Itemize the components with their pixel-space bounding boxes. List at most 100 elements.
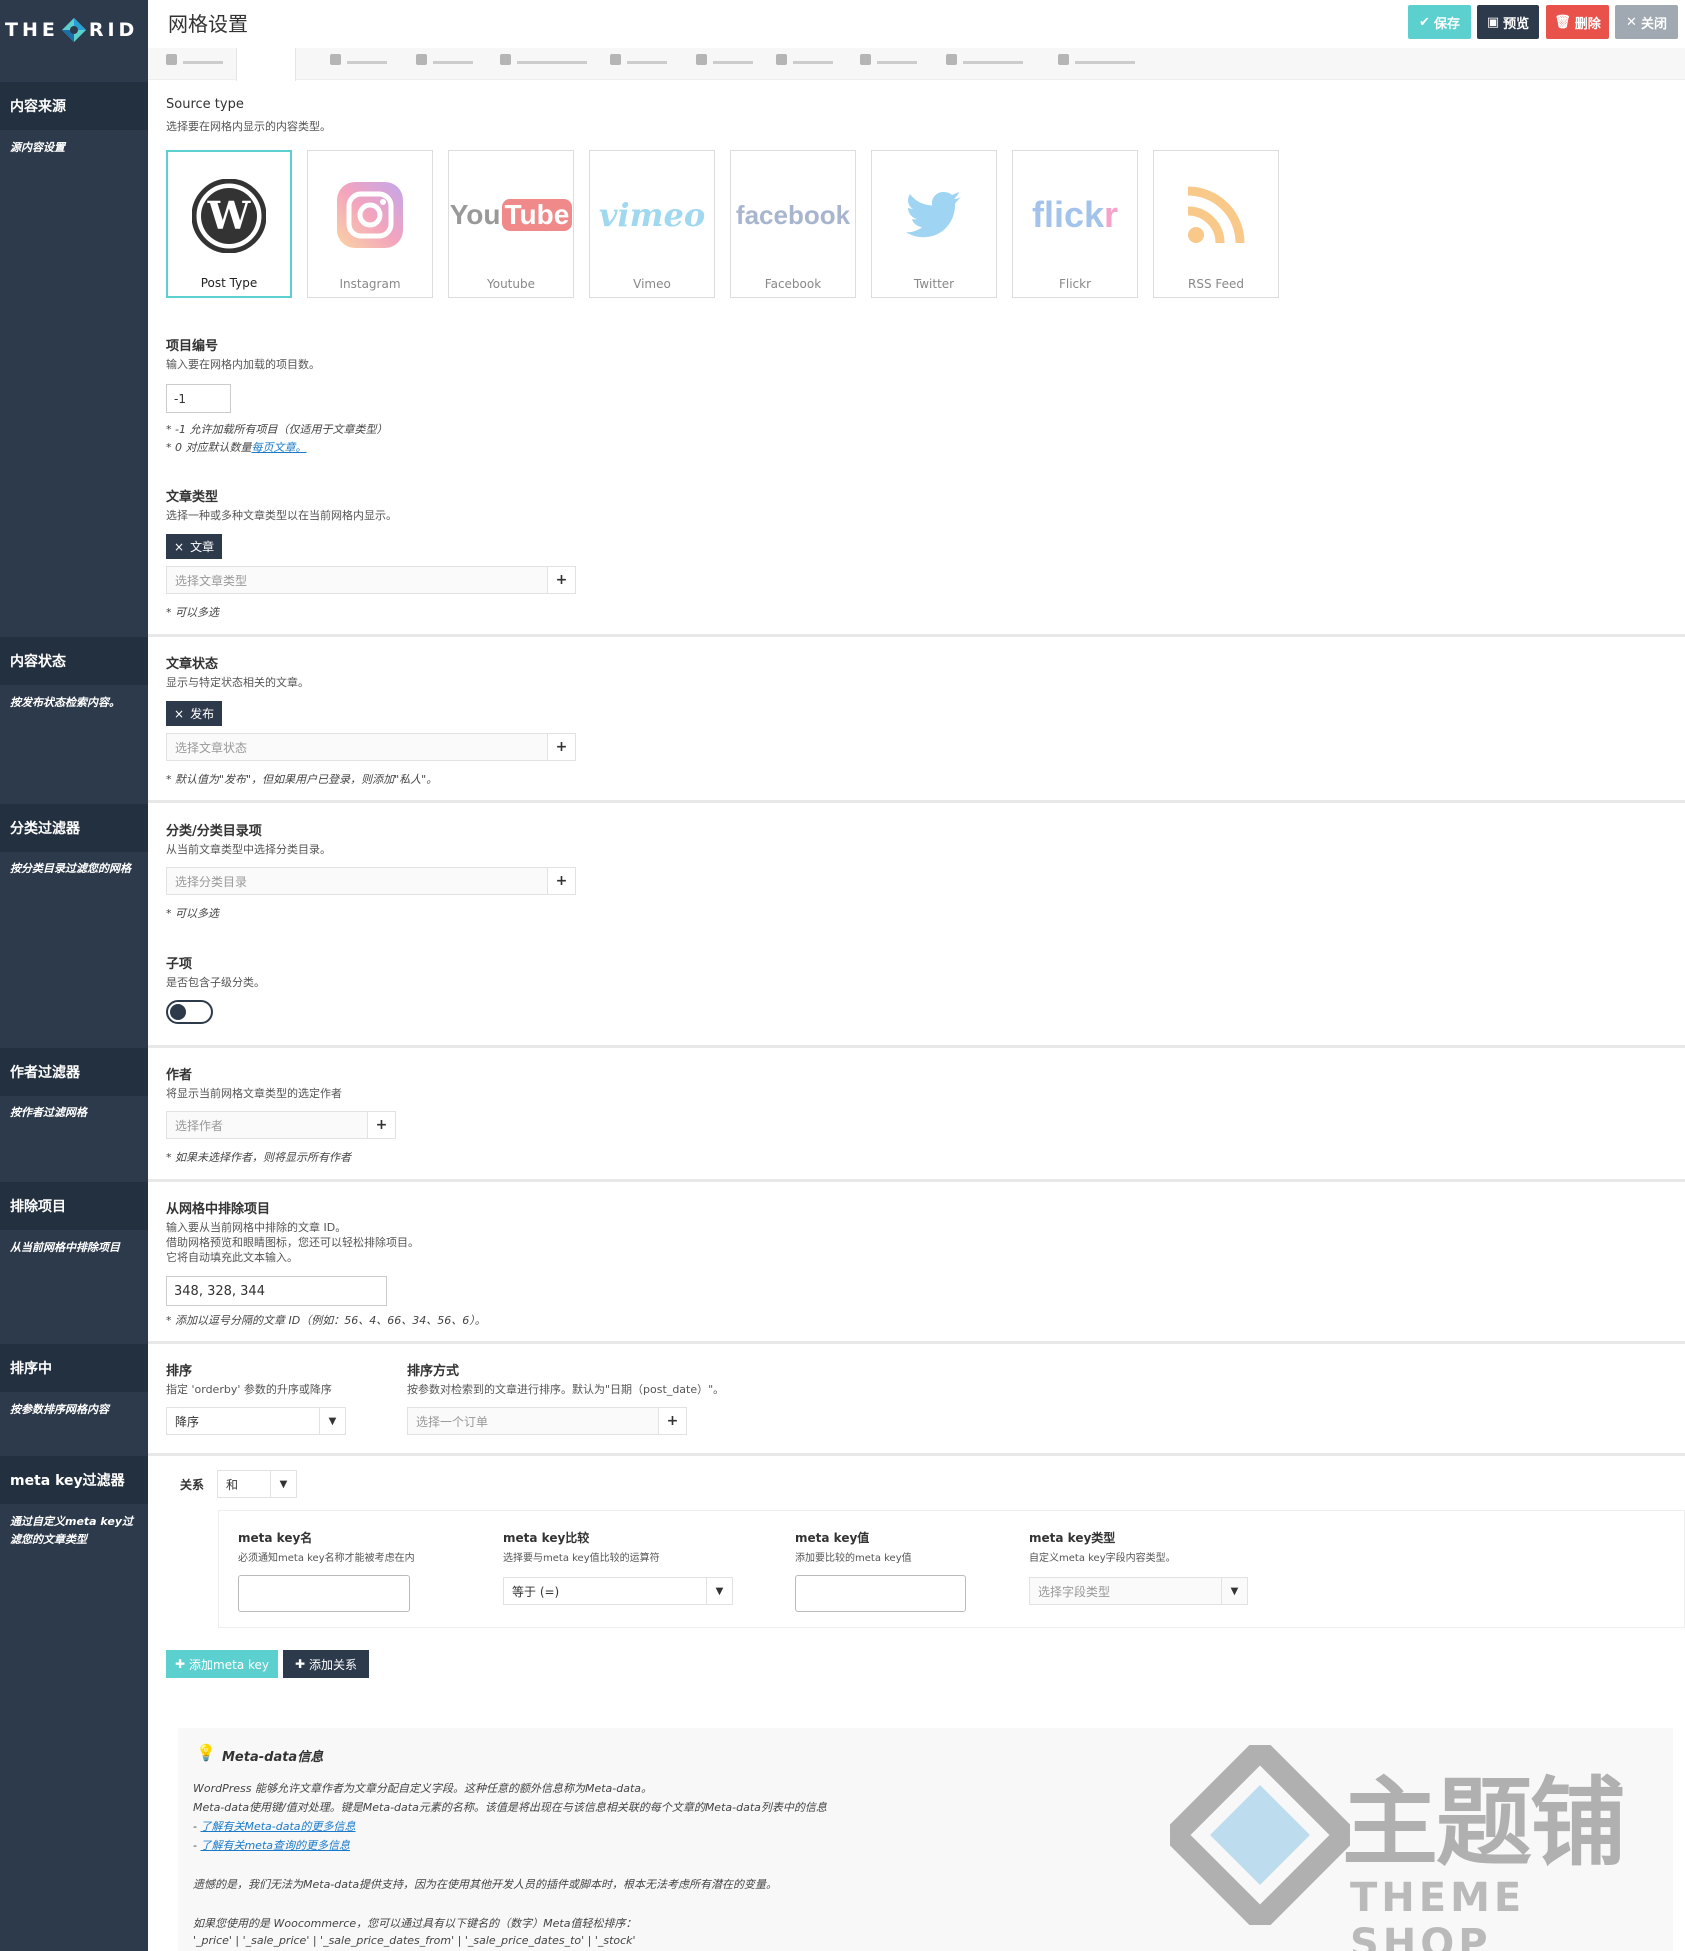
preview-button[interactable]: ▣ 预览 [1477,5,1539,39]
meta-key-label: meta key名 [238,1531,313,1545]
chevron-down-icon: ▼ [706,1578,732,1604]
tab-5[interactable] [500,54,587,66]
info-line-2: Meta-data使用键/值对处理。键是Meta-data元素的名称。该值是将出… [193,1801,827,1814]
tab-3[interactable] [330,54,387,66]
children-toggle[interactable] [166,1000,213,1024]
tab-label-placeholder [627,60,667,64]
source-card-twitter[interactable]: Twitter [871,150,997,298]
meta-type-desc: 自定义meta key字段内容类型。 [1029,1553,1176,1564]
add-relation-button[interactable]: ✚ 添加关系 [283,1650,369,1678]
remove-tag-icon[interactable]: × [174,707,184,721]
tab-9[interactable] [860,54,917,66]
tab-10[interactable] [946,54,1023,66]
tab-label-placeholder [517,60,587,64]
post-status-tag[interactable]: × 发布 [166,701,223,726]
orderby-select[interactable]: 选择一个订单 + [407,1407,687,1435]
author-note: * 如果未选择作者，则将显示所有作者 [166,1151,351,1164]
posts-per-page-link[interactable]: 每页文章。 [252,441,307,454]
plus-icon[interactable]: + [547,868,575,894]
sidebar-section-category: 分类过滤器 [0,804,148,852]
exclude-label: 从网格中排除项目 [166,1202,271,1217]
wordpress-icon: W [192,179,266,253]
delete-label: 删除 [1574,16,1601,32]
plus-icon[interactable]: + [367,1112,395,1138]
category-select[interactable]: 选择分类目录 + [166,867,576,895]
item-number-note-1: * -1 允许加载所有项目（仅适用于文章类型） [166,423,388,436]
meta-query-more-link[interactable]: 了解有关meta查询的更多信息 [200,1839,350,1852]
info-link-2-row: - 了解有关meta查询的更多信息 [193,1839,351,1852]
post-status-label: 文章状态 [166,657,219,672]
source-card-flickr[interactable]: flick r Flickr [1012,150,1138,298]
exclude-desc-3: 它将自动填充此文本输入。 [166,1251,298,1264]
item-number-input[interactable]: -1 [166,384,231,413]
meta-type-select[interactable]: 选择字段类型 ▼ [1029,1577,1248,1605]
item-number-desc: 输入要在网格内加载的项目数。 [166,358,320,371]
meta-type-placeholder: 选择字段类型 [1038,1584,1111,1599]
post-type-select[interactable]: 选择文章类型 + [166,566,576,594]
meta-value-input[interactable] [795,1575,966,1612]
relation-select[interactable]: 和 ▼ [217,1470,297,1498]
source-card-instagram[interactable]: Instagram [307,150,433,298]
author-select[interactable]: 选择作者 + [166,1111,396,1139]
save-button[interactable]: ✔ 保存 [1408,5,1471,39]
sidebar [0,60,148,1951]
meta-data-more-link[interactable]: 了解有关Meta-data的更多信息 [200,1820,355,1833]
meta-key-input[interactable] [238,1575,410,1612]
plus-icon: ✚ [294,1657,306,1671]
source-card-post-type[interactable]: W Post Type [166,150,292,298]
add-relation-label: 添加关系 [309,1657,358,1672]
post-type-tag[interactable]: × 文章 [166,534,223,559]
tab-6[interactable] [610,54,667,66]
page-title: 网格设置 [168,12,248,36]
source-card-rss[interactable]: RSS Feed [1153,150,1279,298]
lightbulb-icon: 💡 [196,1743,216,1762]
tab-8[interactable] [776,54,833,66]
meta-compare-select[interactable]: 等于 (=) ▼ [503,1577,733,1605]
source-type-desc: 选择要在网格内显示的内容类型。 [166,120,331,133]
add-meta-key-button[interactable]: ✚ 添加meta key [166,1650,278,1678]
tab-7[interactable] [696,54,753,66]
tab-label-placeholder [877,60,917,64]
order-select[interactable]: 降序 ▼ [166,1407,346,1435]
flickr-icon: flick r [1013,171,1137,259]
author-placeholder: 选择作者 [175,1118,224,1133]
sidebar-sub-meta: 通过自定义meta key过滤您的文章类型 [10,1515,133,1546]
source-card-vimeo[interactable]: vimeo Vimeo [589,150,715,298]
logo-gem-icon [61,18,86,42]
tab-label-placeholder [713,60,753,64]
tab-label-placeholder [793,60,833,64]
exclude-desc-2: 借助网格预览和眼睛图标，您还可以轻松排除项目。 [166,1236,419,1249]
source-card-label: Post Type [200,276,258,290]
sidebar-sub-author: 按作者过滤网格 [10,1106,87,1119]
tab-11[interactable] [1058,54,1135,66]
post-type-desc: 选择一种或多种文章类型以在当前网格内显示。 [166,509,397,522]
plus-icon[interactable]: + [547,567,575,593]
tab-icon [696,54,707,65]
sidebar-sub-category: 按分类目录过滤您的网格 [10,862,131,875]
tab-icon [500,54,511,65]
post-status-select[interactable]: 选择文章状态 + [166,733,576,761]
plus-icon[interactable]: + [547,734,575,760]
remove-tag-icon[interactable]: × [174,540,184,554]
order-value: 降序 [175,1414,200,1429]
sidebar-section-meta: meta key过滤器 [0,1456,148,1504]
info-title: Meta-data信息 [222,1750,324,1765]
source-card-facebook[interactable]: facebook Facebook [730,150,856,298]
toggle-knob [170,1004,186,1020]
tab-4[interactable] [416,54,473,66]
section-divider [148,800,1685,803]
settings-tab-strip [148,48,1685,80]
watermark-logo-icon [1170,1745,1350,1925]
exclude-ids-input[interactable]: 348, 328, 344 [166,1276,387,1306]
sidebar-sub-status: 按发布状态检索内容。 [10,696,120,709]
rss-icon [1187,186,1245,244]
close-button[interactable]: ✕ 关闭 [1615,5,1678,39]
plus-icon[interactable]: + [658,1408,686,1434]
delete-button[interactable]: 🗑 删除 [1546,5,1609,39]
tab-active[interactable] [236,48,296,81]
source-card-youtube[interactable]: You Tube Youtube [448,150,574,298]
meta-compare-desc: 选择要与meta key值比较的运算符 [503,1553,660,1564]
tab-1[interactable] [166,54,223,66]
relation-value: 和 [226,1477,239,1492]
tab-label-placeholder [1075,60,1135,64]
